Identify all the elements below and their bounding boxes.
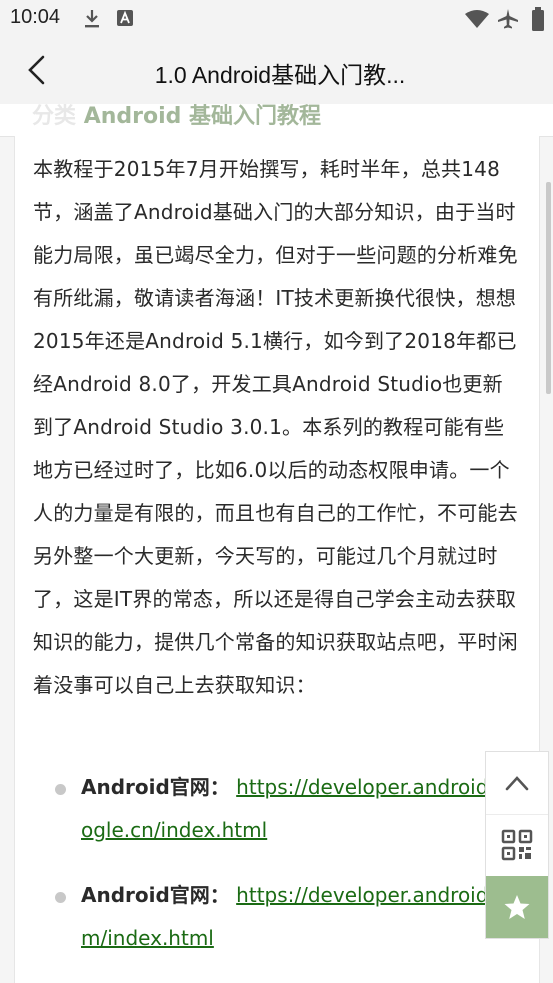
bullet-icon [55,892,66,903]
qr-code-button[interactable] [486,814,548,876]
bullet-icon [55,784,66,795]
category-strip: 分类 Android 基础入门教程 [0,104,553,137]
article-card: 本教程于2015年7月开始撰写，耗时半年，总共148节，涵盖了Android基础… [14,136,540,983]
category-link[interactable]: Android 基础入门教程 [84,104,321,129]
link-label: Android官网： [81,775,230,799]
chevron-left-icon [28,55,45,85]
chevron-up-icon [505,776,529,791]
content-area[interactable]: 分类 Android 基础入门教程 本教程于2015年7月开始撰写，耗时半年，总… [0,104,553,983]
links-list: Android官网： https://developer.android.goo… [33,766,523,982]
battery-icon [532,7,544,31]
link-label: Android官网： [81,883,230,907]
category-label: 分类 Android 基础入门教程 [32,104,321,130]
star-icon [504,895,530,919]
article-paragraph: 本教程于2015年7月开始撰写，耗时半年，总共148节，涵盖了Android基础… [33,157,518,697]
download-icon [85,10,99,28]
list-item: Android官网： https://developer.android.com… [33,874,523,960]
list-item: Android官网： https://developer.android.goo… [33,766,523,852]
status-time: 10:04 [10,6,61,28]
scrollbar[interactable] [546,182,551,394]
app-bar: 1.0 Android基础入门教... [0,38,553,104]
airplane-mode-icon [498,9,518,29]
app-notification-icon [117,10,133,26]
back-button[interactable] [16,50,56,90]
status-bar: 10:04 [0,0,553,38]
category-prefix: 分类 [32,104,77,129]
page-title: 1.0 Android基础入门教... [154,62,406,88]
wifi-icon [465,10,489,28]
scroll-top-button[interactable] [486,752,548,815]
qr-code-icon [501,829,533,861]
floating-actions [485,751,549,939]
favorite-button[interactable] [486,876,548,938]
